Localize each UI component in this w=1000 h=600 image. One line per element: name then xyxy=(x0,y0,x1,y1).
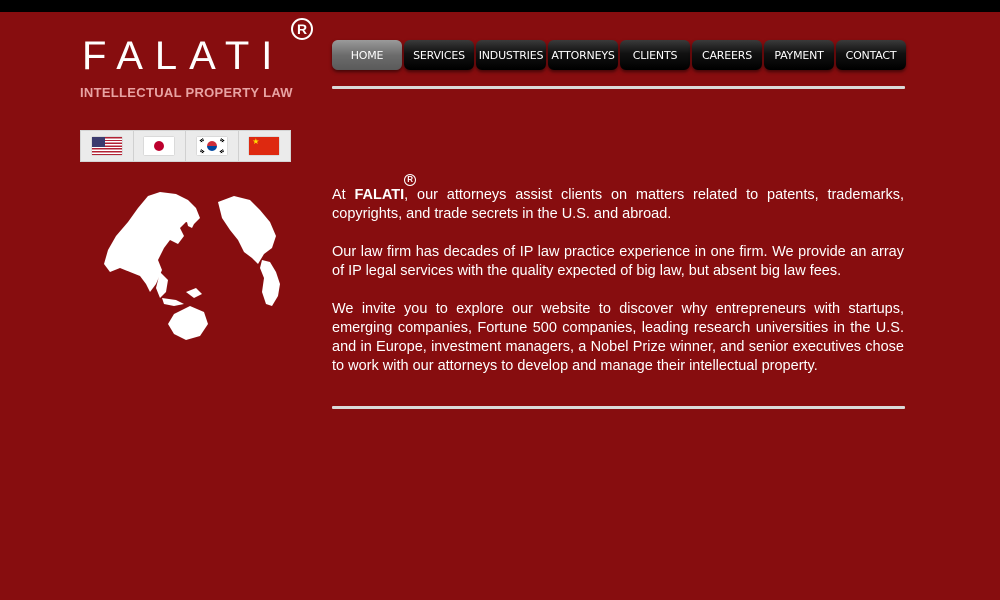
logo-name: FALATI xyxy=(82,34,285,78)
intro-paragraph-1: At FALATI R, our attorneys assist clients… xyxy=(332,174,904,224)
top-bar xyxy=(0,0,1000,12)
language-korean[interactable] xyxy=(186,131,239,161)
registered-mark-icon: R xyxy=(291,18,313,40)
brand-name: FALATI R xyxy=(354,174,417,203)
logo-tagline: INTELLECTUAL PROPERTY LAW xyxy=(80,85,293,100)
nav-careers[interactable]: CAREERS xyxy=(692,40,762,70)
korea-flag-icon xyxy=(196,137,227,155)
top-divider xyxy=(332,86,905,89)
nav-industries[interactable]: INDUSTRIES xyxy=(476,40,546,70)
intro-prefix: At xyxy=(332,187,355,203)
intro-paragraph-3: We invite you to explore our website to … xyxy=(332,301,904,374)
nav-attorneys[interactable]: ATTORNEYS xyxy=(548,40,618,70)
brand-text: FALATI xyxy=(354,187,405,203)
intro-paragraph-2: Our law firm has decades of IP law pract… xyxy=(332,244,904,279)
language-japanese[interactable] xyxy=(134,131,186,161)
nav-services[interactable]: SERVICES xyxy=(404,40,474,70)
nav-payment[interactable]: PAYMENT xyxy=(764,40,834,70)
language-chinese[interactable]: ★ xyxy=(239,131,291,161)
registered-mark-icon: R xyxy=(404,174,417,186)
language-selector: ★ xyxy=(80,130,291,162)
main-nav: HOME SERVICES INDUSTRIES ATTORNEYS CLIEN… xyxy=(332,40,906,70)
intro-rest: , our attorneys assist clients on matter… xyxy=(332,187,904,222)
bottom-divider xyxy=(332,406,905,409)
china-flag-icon: ★ xyxy=(249,137,280,155)
nav-clients[interactable]: CLIENTS xyxy=(620,40,690,70)
intro-text: At FALATI R, our attorneys assist clients… xyxy=(332,174,904,395)
language-english[interactable] xyxy=(81,131,134,161)
nav-contact[interactable]: CONTACT xyxy=(836,40,906,70)
us-flag-icon xyxy=(91,137,122,155)
nav-home[interactable]: HOME xyxy=(332,40,402,70)
globe-icon xyxy=(104,192,280,340)
japan-flag-icon xyxy=(144,137,175,155)
